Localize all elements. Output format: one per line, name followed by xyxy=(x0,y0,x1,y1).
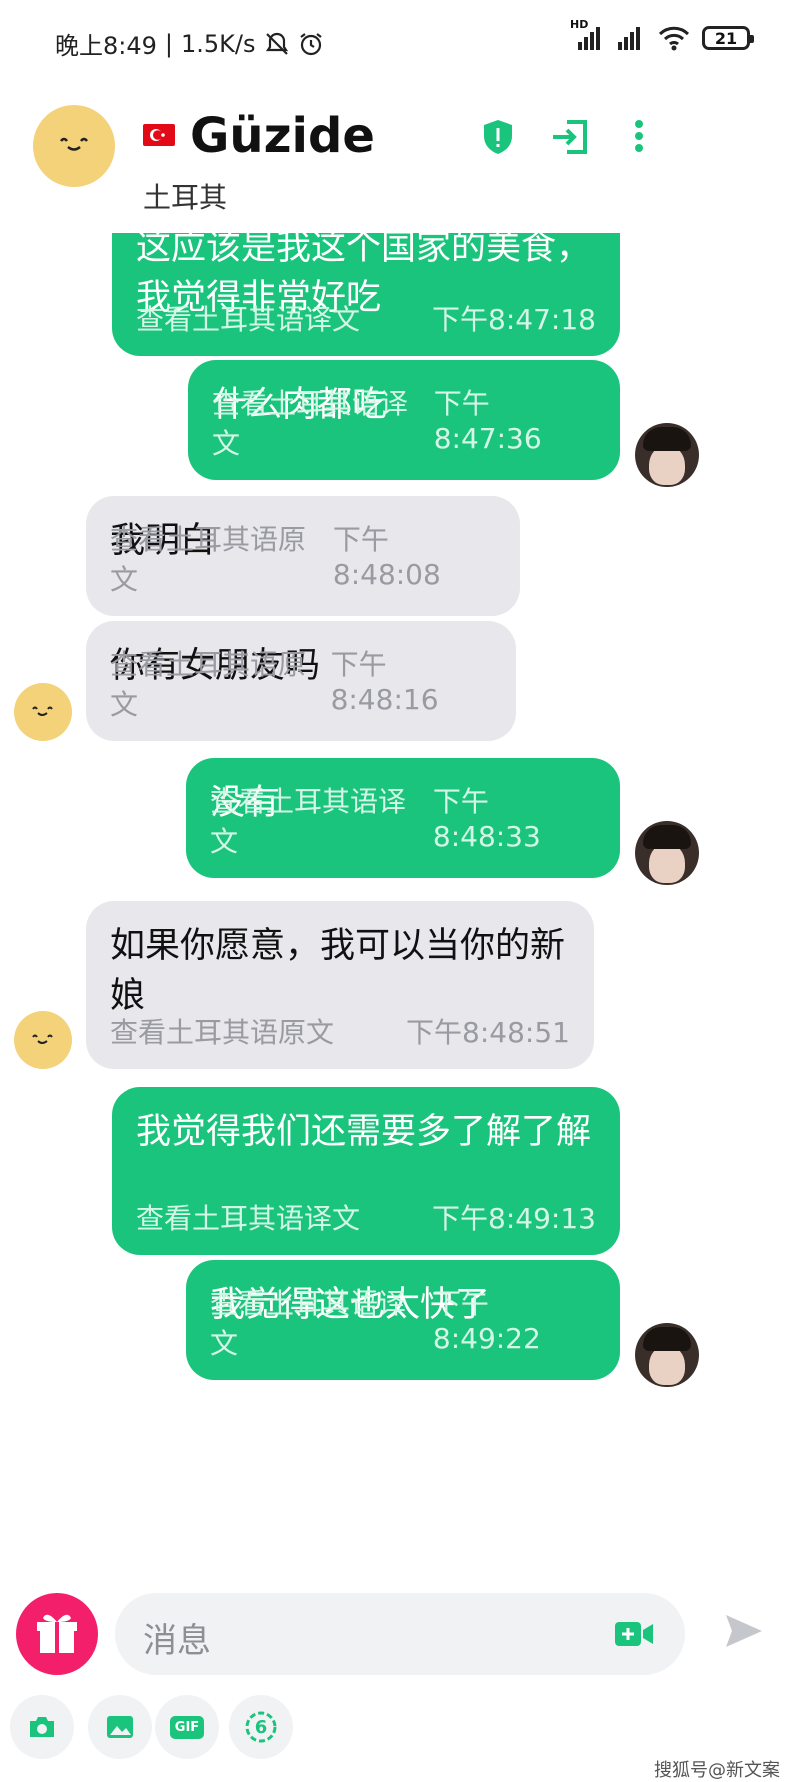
exit-icon[interactable] xyxy=(551,118,589,156)
translate-link[interactable]: 查看土耳其语译文 xyxy=(210,1282,433,1362)
network-speed: 1.5K/s xyxy=(181,29,256,58)
original-link[interactable]: 查看土耳其语原文 xyxy=(110,1011,334,1051)
message-placeholder: 消息 xyxy=(143,1621,211,1661)
message-list[interactable]: 这应该是我这个国家的美食，我觉得非常好吃 查看土耳其语译文 下午8:47:18 什… xyxy=(0,233,800,1563)
battery-level: 21 xyxy=(714,28,738,48)
message-bubble[interactable]: 我觉得这也太快了 查看土耳其语译文 下午8:49:22 xyxy=(186,1260,620,1380)
message-time: 下午8:49:22 xyxy=(432,1287,541,1355)
translate-link[interactable]: 查看土耳其语译文 xyxy=(210,780,433,860)
status-time: 晚上8:49 xyxy=(55,32,157,60)
message-text: 我觉得我们还需要多了解了解 xyxy=(136,1112,592,1152)
alarm-off-icon xyxy=(265,32,288,55)
translate-link[interactable]: 查看土耳其语译文 xyxy=(212,382,434,462)
camera-button[interactable] xyxy=(10,1695,74,1759)
original-link[interactable]: 查看土耳其语原文 xyxy=(110,643,331,723)
message-input[interactable]: 消息 xyxy=(115,1593,685,1675)
message-time: 下午8:48:16 xyxy=(330,648,439,716)
signal-icon: HD xyxy=(570,18,604,52)
video-icon[interactable] xyxy=(613,1620,655,1648)
six-label: 6 xyxy=(254,1716,268,1738)
status-divider: | xyxy=(164,29,173,58)
contact-avatar-small[interactable] xyxy=(14,683,72,741)
message-time: 下午8:47:36 xyxy=(433,387,542,455)
smiley-face-icon xyxy=(32,1034,53,1044)
six-button[interactable]: 6 xyxy=(229,1695,293,1759)
user-avatar[interactable] xyxy=(635,423,699,487)
message-time: 下午8:48:33 xyxy=(432,785,541,853)
battery-icon: 21 xyxy=(702,26,754,50)
shield-icon[interactable] xyxy=(482,118,514,156)
hd-label: HD xyxy=(570,18,589,31)
contact-name[interactable]: Güzide xyxy=(190,108,375,164)
message-bubble[interactable]: 如果你愿意，我可以当你的新娘 查看土耳其语原文 下午8:48:51 xyxy=(86,901,594,1069)
message-text: 如果你愿意，我可以当你的新娘 xyxy=(110,926,566,1016)
smiley-face-icon xyxy=(32,706,53,716)
message-bubble[interactable]: 我觉得我们还需要多了解了解 查看土耳其语译文 下午8:49:13 xyxy=(112,1087,620,1255)
gift-icon xyxy=(37,1614,77,1653)
status-bar: 晚上8:49 | 1.5K/s HD 21 xyxy=(0,0,800,88)
message-time: 下午8:48:51 xyxy=(406,1016,570,1049)
message-bubble[interactable]: 你有女朋友吗 查看土耳其语原文 下午8:48:16 xyxy=(86,621,516,741)
status-left: 晚上8:49 | 1.5K/s xyxy=(55,26,324,61)
contact-avatar-small[interactable] xyxy=(14,1011,72,1069)
camera-icon xyxy=(30,1717,54,1737)
message-bubble[interactable]: 这应该是我这个国家的美食，我觉得非常好吃 查看土耳其语译文 下午8:47:18 xyxy=(112,233,620,356)
wifi-icon xyxy=(658,26,690,51)
turkey-flag-icon xyxy=(143,124,175,146)
send-icon[interactable] xyxy=(722,1609,766,1653)
translate-link[interactable]: 查看土耳其语译文 xyxy=(136,298,360,338)
watermark: 搜狐号@新文案 xyxy=(654,1760,780,1781)
image-icon xyxy=(107,1716,133,1738)
message-time: 下午8:48:08 xyxy=(332,523,441,591)
message-time: 下午8:47:18 xyxy=(432,303,596,336)
gift-button[interactable] xyxy=(16,1593,98,1675)
more-icon[interactable] xyxy=(633,118,645,154)
smiley-face-icon xyxy=(60,137,88,151)
message-bubble[interactable]: 什么肉都吃 查看土耳其语译文 下午8:47:36 xyxy=(188,360,620,480)
contact-avatar[interactable] xyxy=(33,105,115,187)
alarm-icon xyxy=(299,32,322,55)
translate-link[interactable]: 查看土耳其语译文 xyxy=(136,1197,360,1237)
original-link[interactable]: 查看土耳其语原文 xyxy=(110,518,333,598)
message-time: 下午8:49:13 xyxy=(432,1202,596,1235)
gif-label: GIF xyxy=(174,1719,200,1735)
gif-icon: GIF xyxy=(169,1715,205,1739)
status-right: HD 21 xyxy=(570,18,754,52)
user-avatar[interactable] xyxy=(635,1323,699,1387)
message-bubble[interactable]: 我明白 查看土耳其语原文 下午8:48:08 xyxy=(86,496,520,616)
contact-country: 土耳其 xyxy=(143,181,228,214)
composer: 消息 GIF 6 搜狐号@新文案 xyxy=(0,1563,800,1781)
signal-icon xyxy=(618,27,640,50)
image-button[interactable] xyxy=(88,1695,152,1759)
chat-header: Güzide 土耳其 xyxy=(0,88,800,233)
gif-button[interactable]: GIF xyxy=(155,1695,219,1759)
message-bubble[interactable]: 没有 查看土耳其语译文 下午8:48:33 xyxy=(186,758,620,878)
user-avatar[interactable] xyxy=(635,821,699,885)
